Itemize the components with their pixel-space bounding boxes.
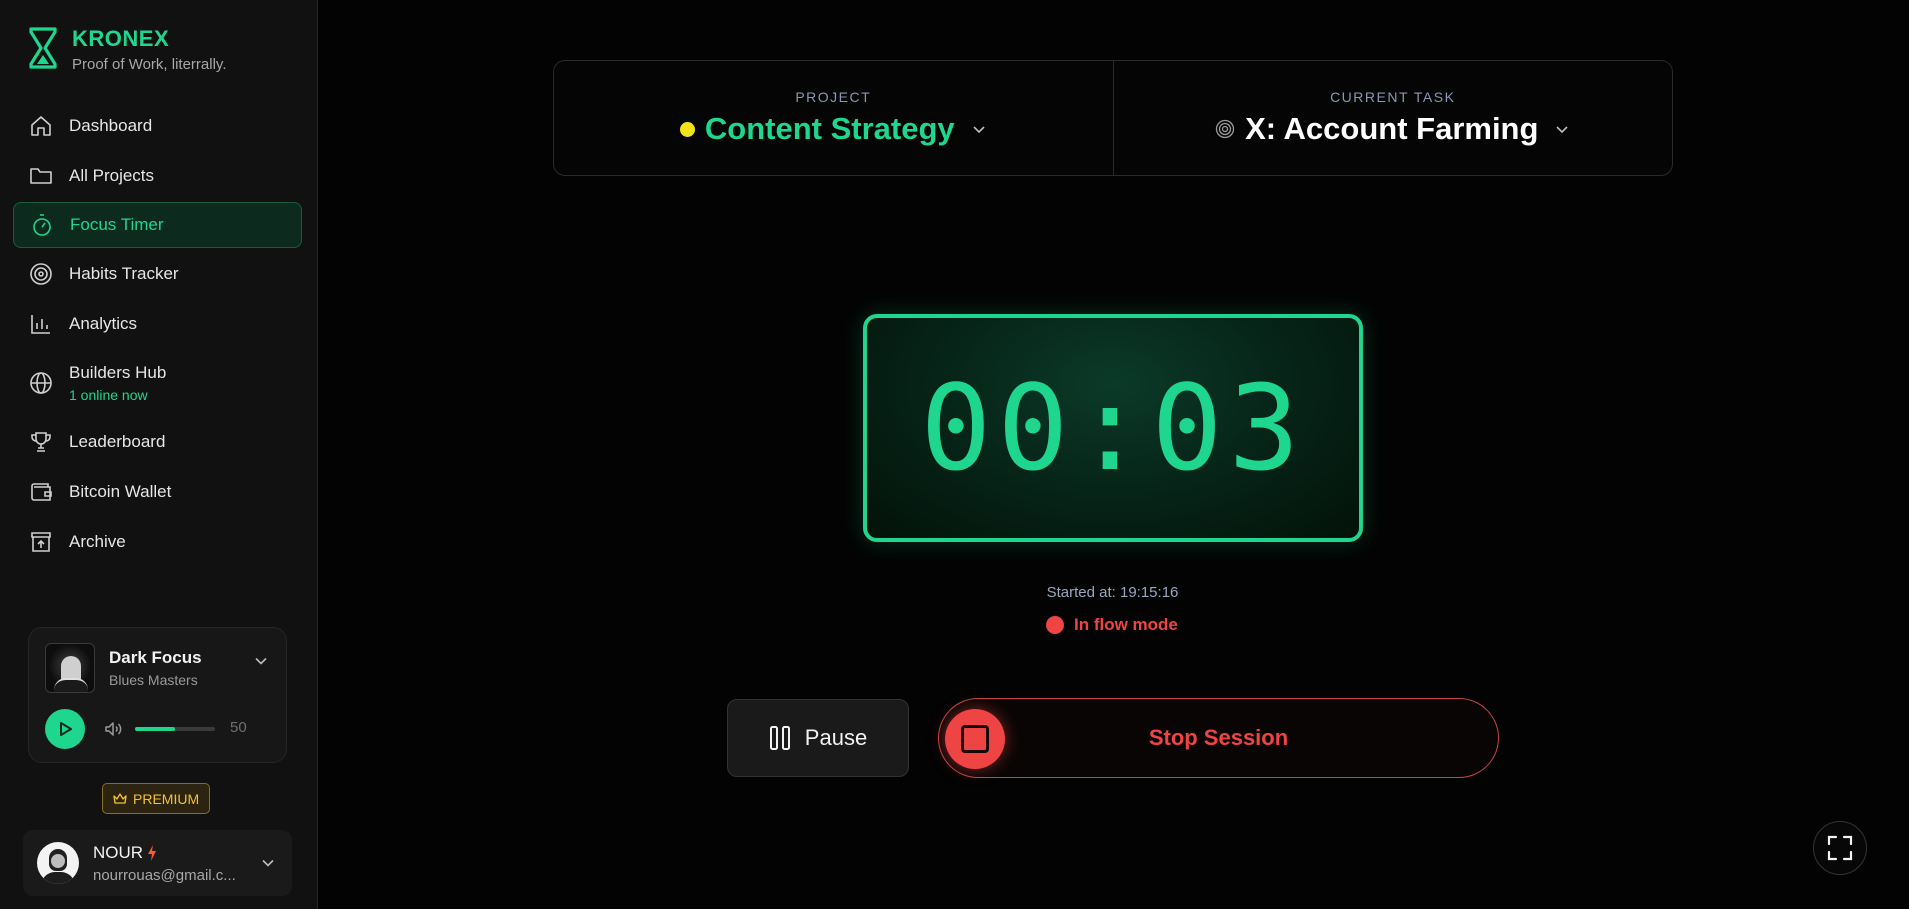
sidebar-item-builders-hub[interactable]: Builders Hub 1 online now [13,350,302,416]
started-at: Started at: 19:15:16 [1046,584,1179,601]
stop-label: Stop Session [1148,725,1289,750]
user-profile-menu[interactable]: NOUR nourrouas@gmail.c... [23,830,292,896]
user-name: NOUR [93,843,144,862]
globe-icon [29,371,53,395]
sidebar-item-label: Bitcoin Wallet [69,482,172,501]
sidebar-item-bitcoin-wallet[interactable]: Bitcoin Wallet [13,468,302,516]
sidebar-item-leaderboard[interactable]: Leaderboard [13,418,302,466]
brand-name: KRONEX [72,26,170,51]
sidebar-nav: Dashboard All Projects Focus Timer Habit… [13,102,302,568]
task-select[interactable]: CURRENT TASK X: Account Farming [1112,61,1673,175]
pause-icon [769,726,790,750]
chevron-down-icon [973,126,985,134]
sidebar-item-label: Habits Tracker [69,264,179,283]
bar-chart-icon [29,312,53,336]
track-title: Dark Focus [109,648,202,667]
sidebar-item-habits-tracker[interactable]: Habits Tracker [13,250,302,298]
target-icon [1215,119,1235,139]
pause-button[interactable]: Pause [727,699,909,777]
sidebar-item-label: Analytics [69,314,138,333]
premium-label: PREMIUM [133,790,200,807]
sidebar-item-archive[interactable]: Archive [13,518,302,566]
sidebar-item-analytics[interactable]: Analytics [13,300,302,348]
music-player: Dark Focus Blues Masters 50 [28,627,287,763]
user-name-row: NOUR [93,843,157,863]
sidebar: KRONEX Proof of Work, literrally. Dashbo… [0,0,318,909]
status-text: In flow mode [1074,615,1178,634]
folder-icon [29,164,53,188]
volume-value: 50 [230,719,247,736]
trophy-icon [29,430,53,454]
sidebar-item-all-projects[interactable]: All Projects [13,152,302,200]
volume-icon[interactable] [103,719,123,739]
task-name: X: Account Farming [1245,111,1539,146]
pause-label: Pause [804,725,868,750]
album-cover [45,643,95,693]
flow-status: In flow mode [1046,615,1178,635]
online-count: 1 online now [69,387,148,403]
avatar [37,842,79,884]
project-caption: PROJECT [795,89,872,105]
project-name: Content Strategy [704,111,955,146]
archive-icon [29,530,53,554]
stopwatch-icon [30,213,54,237]
stop-icon [961,725,989,753]
timer-digits: 00:03 [920,359,1306,497]
sidebar-item-focus-timer[interactable]: Focus Timer [13,202,302,248]
sidebar-item-label: Builders Hub [69,363,167,382]
task-caption: CURRENT TASK [1330,89,1456,105]
hourglass-logo-icon [29,27,57,69]
fullscreen-icon [1827,835,1853,861]
target-icon [29,262,53,286]
volume-slider[interactable] [135,727,215,731]
lightning-icon [148,845,157,861]
fullscreen-button[interactable] [1813,821,1867,875]
home-icon [29,114,53,138]
track-artist: Blues Masters [109,672,198,688]
play-button[interactable] [45,709,85,749]
chevron-down-icon[interactable] [254,654,268,668]
started-at-row: Started at: 19:15:16 [0,584,1909,602]
chevron-down-icon [262,859,274,867]
sidebar-item-label: Leaderboard [69,432,166,451]
sidebar-item-label: Archive [69,532,126,551]
project-color-dot [679,121,695,137]
user-email: nourrouas@gmail.c... [93,867,236,884]
stop-slider-handle[interactable] [945,709,1005,769]
stop-session-button[interactable]: Stop Session [938,698,1499,778]
sidebar-item-label: Dashboard [69,116,153,135]
sidebar-item-dashboard[interactable]: Dashboard [13,102,302,150]
sidebar-item-label: All Projects [69,166,155,185]
session-selector: PROJECT Content Strategy CURRENT TASK X:… [553,60,1673,176]
premium-badge[interactable]: PREMIUM [102,783,211,814]
sidebar-item-label: Focus Timer [70,215,164,234]
play-icon [60,722,72,736]
volume-slider-fill [135,727,175,731]
status-dot [1046,616,1064,634]
brand-tagline: Proof of Work, literrally. [72,56,227,73]
brand[interactable]: KRONEX Proof of Work, literrally. [28,26,226,73]
crown-icon [113,792,127,804]
project-select[interactable]: PROJECT Content Strategy [554,61,1113,175]
chevron-down-icon [1556,126,1569,134]
wallet-icon [29,480,53,504]
timer-display: 00:03 [863,314,1363,542]
